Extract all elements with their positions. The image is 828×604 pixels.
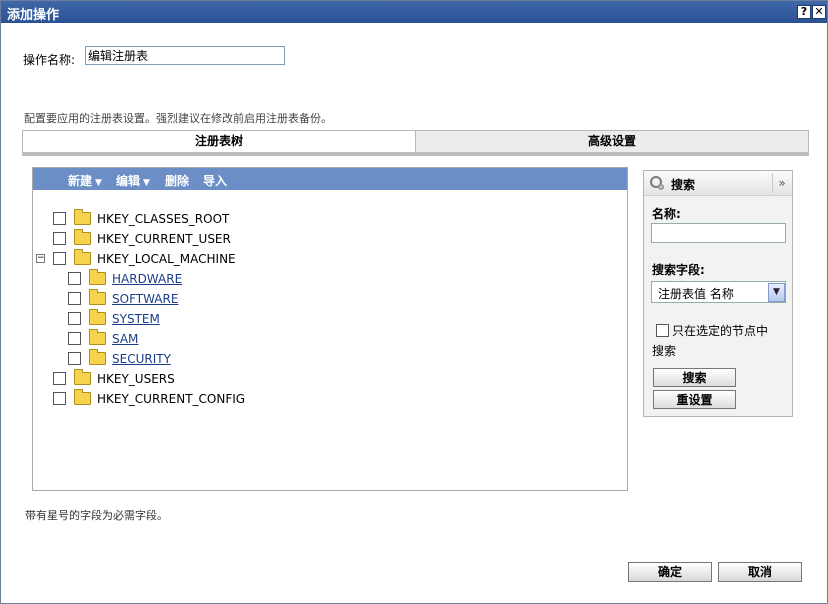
folder-icon <box>74 229 91 245</box>
delete-button[interactable]: 删除 <box>165 172 189 189</box>
add-action-dialog: 添加操作 ? ✕ 操作名称: 编辑注册表 配置要应用的注册表设置。强烈建议在修改… <box>0 0 828 604</box>
search-field-label: 搜索字段: <box>652 263 705 277</box>
ok-button[interactable]: 确定 <box>628 562 712 582</box>
folder-icon <box>74 249 91 265</box>
edit-menu-button[interactable]: 编辑 ▼ <box>116 172 150 189</box>
node-checkbox[interactable] <box>53 252 66 265</box>
node-label[interactable]: HKEY_CURRENT_CONFIG <box>97 390 245 408</box>
node-checkbox[interactable] <box>68 332 81 345</box>
only-selected-label: 只在选定的节点中 <box>672 324 769 338</box>
node-checkbox[interactable] <box>53 232 66 245</box>
dialog-title: 添加操作 <box>7 8 60 23</box>
folder-icon <box>89 329 106 345</box>
action-name-label: 操作名称: <box>23 53 76 67</box>
chevron-down-icon[interactable]: ▼ <box>768 283 785 302</box>
node-checkbox[interactable] <box>53 392 66 405</box>
node-label[interactable]: HKEY_USERS <box>97 370 175 388</box>
only-selected-label-cont: 搜索 <box>652 344 677 358</box>
folder-icon <box>89 349 106 365</box>
only-selected-checkbox[interactable] <box>656 324 669 337</box>
chevron-down-icon: ▼ <box>95 178 102 188</box>
search-icon <box>650 176 664 190</box>
node-checkbox[interactable] <box>68 292 81 305</box>
required-fields-note: 带有星号的字段为必需字段。 <box>25 509 168 522</box>
folder-icon <box>89 309 106 325</box>
search-field-select[interactable]: 注册表值 名称 ▼ <box>651 281 786 303</box>
search-field-value: 注册表值 名称 <box>658 287 734 301</box>
tab-bar: 注册表树 高级设置 <box>22 130 809 154</box>
search-name-label: 名称: <box>652 207 681 221</box>
reset-button[interactable]: 重设置 <box>653 390 736 409</box>
folder-icon <box>89 289 106 305</box>
search-header: 搜索 » <box>644 171 792 196</box>
close-button[interactable]: ✕ <box>812 5 826 19</box>
action-name-input[interactable]: 编辑注册表 <box>85 46 285 65</box>
tree-toolbar: 新建 ▼ 编辑 ▼ 删除 导入 <box>33 168 627 190</box>
title-bar: 添加操作 ? ✕ <box>1 1 827 23</box>
collapse-panel-icon[interactable]: » <box>772 173 791 193</box>
node-label[interactable]: HKEY_CURRENT_USER <box>97 230 231 248</box>
search-title: 搜索 <box>671 178 696 192</box>
node-link[interactable]: SOFTWARE <box>112 290 178 308</box>
folder-icon <box>74 389 91 405</box>
help-button[interactable]: ? <box>797 5 811 19</box>
chevron-down-icon: ▼ <box>143 178 150 188</box>
search-panel: 搜索 » 名称: 搜索字段: 注册表值 名称 ▼ 只在选定的节点中 搜索 搜索 … <box>643 170 793 417</box>
node-label[interactable]: HKEY_CLASSES_ROOT <box>97 210 229 228</box>
tab-registry-tree[interactable]: 注册表树 <box>23 131 416 153</box>
node-link[interactable]: SAM <box>112 330 138 348</box>
description-text: 配置要应用的注册表设置。强烈建议在修改前启用注册表备份。 <box>24 112 332 125</box>
node-link[interactable]: HARDWARE <box>112 270 182 288</box>
node-checkbox[interactable] <box>53 212 66 225</box>
node-checkbox[interactable] <box>68 272 81 285</box>
node-label[interactable]: HKEY_LOCAL_MACHINE <box>97 250 236 268</box>
node-checkbox[interactable] <box>68 352 81 365</box>
folder-icon <box>89 269 106 285</box>
collapse-toggle-icon[interactable]: − <box>36 254 45 263</box>
tab-advanced-settings[interactable]: 高级设置 <box>416 131 808 153</box>
search-button[interactable]: 搜索 <box>653 368 736 387</box>
registry-tree-panel: 新建 ▼ 编辑 ▼ 删除 导入 HKEY_CLASSES_ROOT HKEY_CUR… <box>32 167 628 491</box>
cancel-button[interactable]: 取消 <box>718 562 802 582</box>
node-checkbox[interactable] <box>53 372 66 385</box>
folder-icon <box>74 209 91 225</box>
folder-icon <box>74 369 91 385</box>
import-button[interactable]: 导入 <box>203 172 227 189</box>
tab-divider <box>22 152 809 156</box>
node-link[interactable]: SYSTEM <box>112 310 160 328</box>
node-link[interactable]: SECURITY <box>112 350 171 368</box>
new-menu-button[interactable]: 新建 ▼ <box>68 172 102 189</box>
node-checkbox[interactable] <box>68 312 81 325</box>
search-name-input[interactable] <box>651 223 786 243</box>
